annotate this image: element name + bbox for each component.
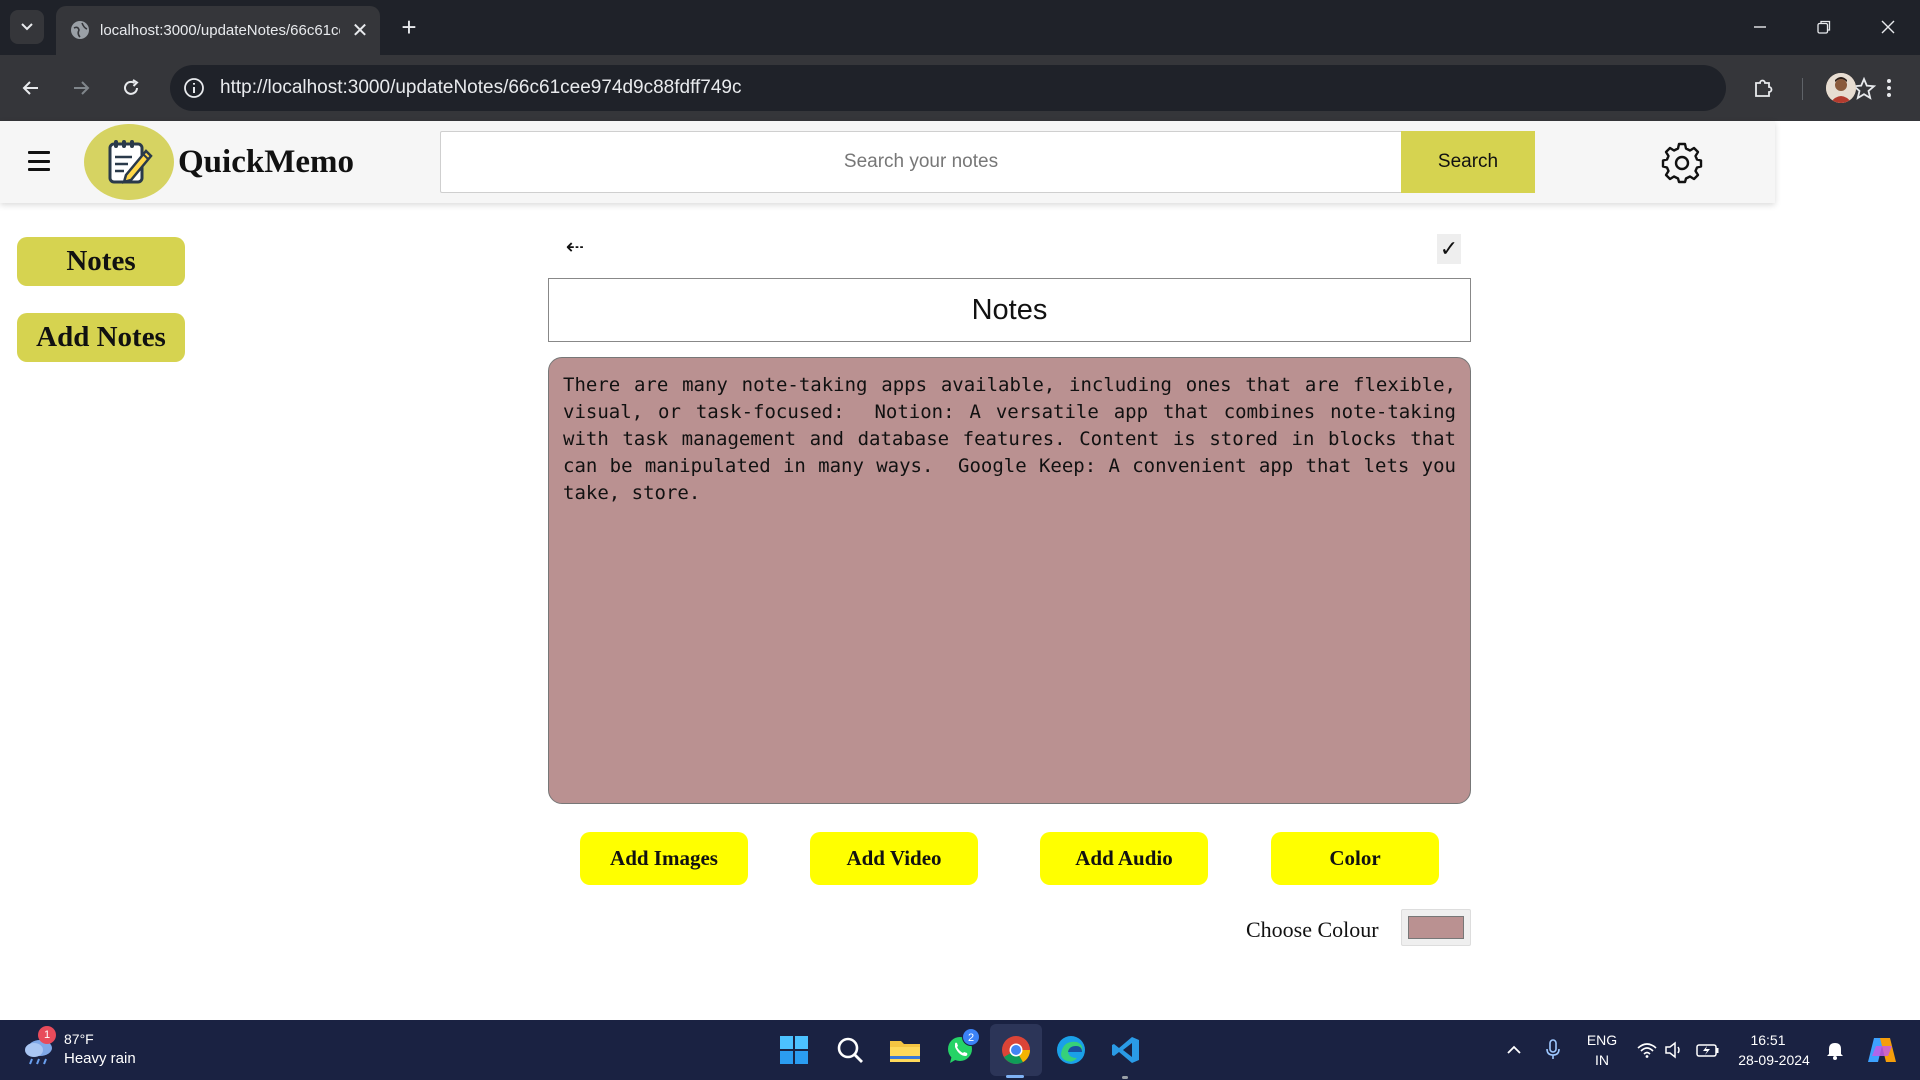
browser-tab[interactable]: localhost:3000/updateNotes/66c61cee974d9… [56, 6, 380, 55]
new-tab-button[interactable]: + [392, 10, 426, 44]
windows-logo-icon [780, 1036, 808, 1064]
arrow-left-icon [22, 81, 38, 95]
sidebar-item-add-notes[interactable]: Add Notes [17, 313, 185, 362]
taskbar-search-button[interactable] [830, 1030, 870, 1070]
microphone-icon [1546, 1039, 1560, 1059]
choose-colour-label: Choose Colour [1246, 917, 1379, 942]
avatar-icon [1826, 73, 1856, 103]
colour-swatch [1408, 916, 1464, 939]
brand-name: QuickMemo [178, 144, 354, 180]
microphone-button[interactable] [1541, 1038, 1565, 1062]
more-vertical-icon [1887, 79, 1891, 97]
puzzle-icon [1755, 79, 1773, 97]
search-input[interactable] [440, 131, 1401, 193]
language-indicator[interactable]: ENG [1580, 1031, 1624, 1049]
browser-tab-strip: localhost:3000/updateNotes/66c61cee974d9… [0, 0, 1920, 55]
wifi-icon [1637, 1043, 1657, 1058]
reload-button[interactable] [114, 71, 148, 105]
weather-description: Heavy rain [64, 1050, 136, 1067]
windows-taskbar: 1 87°F Heavy rain 2 ENG IN 16:51 28-09-2… [0, 1020, 1920, 1080]
battery-charging-icon [1696, 1044, 1719, 1057]
bell-icon [1827, 1043, 1843, 1060]
weather-alert-badge: 1 [38, 1026, 56, 1044]
speaker-icon [1665, 1041, 1680, 1059]
clock-time[interactable]: 16:51 [1734, 1031, 1802, 1049]
close-icon [1881, 20, 1895, 34]
tab-search-button[interactable] [10, 10, 44, 44]
add-video-button[interactable]: Add Video [810, 832, 978, 885]
add-audio-button[interactable]: Add Audio [1040, 832, 1208, 885]
address-bar[interactable]: http://localhost:3000/updateNotes/66c61c… [170, 65, 1877, 111]
edge-button[interactable] [1051, 1030, 1091, 1070]
file-explorer-button[interactable] [885, 1030, 925, 1070]
battery-button[interactable] [1696, 1038, 1720, 1062]
chrome-active-indicator [1006, 1075, 1024, 1078]
tab-title: localhost:3000/updateNotes/66c61cee974d9… [100, 22, 340, 39]
volume-button[interactable] [1662, 1038, 1686, 1062]
url-text: http://localhost:3000/updateNotes/66c61c… [220, 77, 742, 98]
toolbar-separator [1802, 78, 1803, 100]
start-button[interactable] [774, 1030, 814, 1070]
browser-toolbar: http://localhost:3000/updateNotes/66c61c… [0, 55, 1920, 121]
note-body-textarea[interactable] [548, 357, 1471, 804]
sidebar-item-notes[interactable]: Notes [17, 237, 185, 286]
whatsapp-badge: 2 [962, 1028, 980, 1046]
edge-icon [1057, 1036, 1085, 1064]
color-button[interactable]: Color [1271, 832, 1439, 885]
add-images-button[interactable]: Add Images [580, 832, 748, 885]
chrome-button[interactable] [996, 1030, 1036, 1070]
wifi-button[interactable] [1635, 1038, 1659, 1062]
region-indicator: IN [1595, 1052, 1609, 1068]
chrome-icon [1002, 1036, 1030, 1064]
restore-icon [1817, 20, 1831, 34]
search-icon [837, 1037, 863, 1063]
chevron-down-icon [21, 23, 33, 31]
vscode-running-indicator [1122, 1076, 1128, 1079]
arrow-right-icon [74, 81, 90, 95]
search-button[interactable]: Search [1401, 131, 1535, 193]
back-button[interactable] [14, 71, 48, 105]
browser-menu-button[interactable] [1872, 71, 1906, 105]
tab-close-button[interactable]: ✕ [348, 19, 372, 43]
vscode-button[interactable] [1106, 1030, 1146, 1070]
site-info-icon[interactable] [182, 76, 206, 100]
weather-temperature: 87°F [64, 1031, 94, 1047]
menu-icon[interactable] [28, 151, 50, 171]
clock-date: 28-09-2024 [1738, 1052, 1810, 1068]
back-arrow-button[interactable]: ⇠ [560, 232, 590, 262]
chevron-up-icon [1507, 1045, 1521, 1054]
minimize-icon [1754, 26, 1766, 28]
notepad-pencil-icon [108, 140, 153, 184]
gear-icon[interactable] [1660, 141, 1704, 185]
extensions-button[interactable] [1746, 71, 1780, 105]
show-hidden-icons-button[interactable] [1502, 1038, 1526, 1062]
minimize-button[interactable] [1740, 10, 1780, 44]
notifications-button[interactable] [1823, 1038, 1847, 1062]
copilot-icon [1868, 1038, 1896, 1062]
restore-button[interactable] [1804, 10, 1844, 44]
folder-icon [890, 1041, 920, 1062]
vscode-icon [1112, 1037, 1139, 1063]
forward-button[interactable] [64, 71, 98, 105]
app-header: QuickMemo Search [0, 121, 1775, 203]
globe-icon [71, 21, 89, 39]
save-check-button[interactable]: ✓ [1437, 234, 1461, 264]
colour-picker[interactable] [1401, 909, 1471, 946]
note-title-input[interactable] [548, 278, 1471, 342]
profile-avatar[interactable] [1826, 73, 1856, 103]
close-window-button[interactable] [1868, 10, 1908, 44]
app-logo [84, 124, 174, 200]
copilot-button[interactable] [1866, 1034, 1898, 1066]
reload-icon [124, 79, 139, 95]
